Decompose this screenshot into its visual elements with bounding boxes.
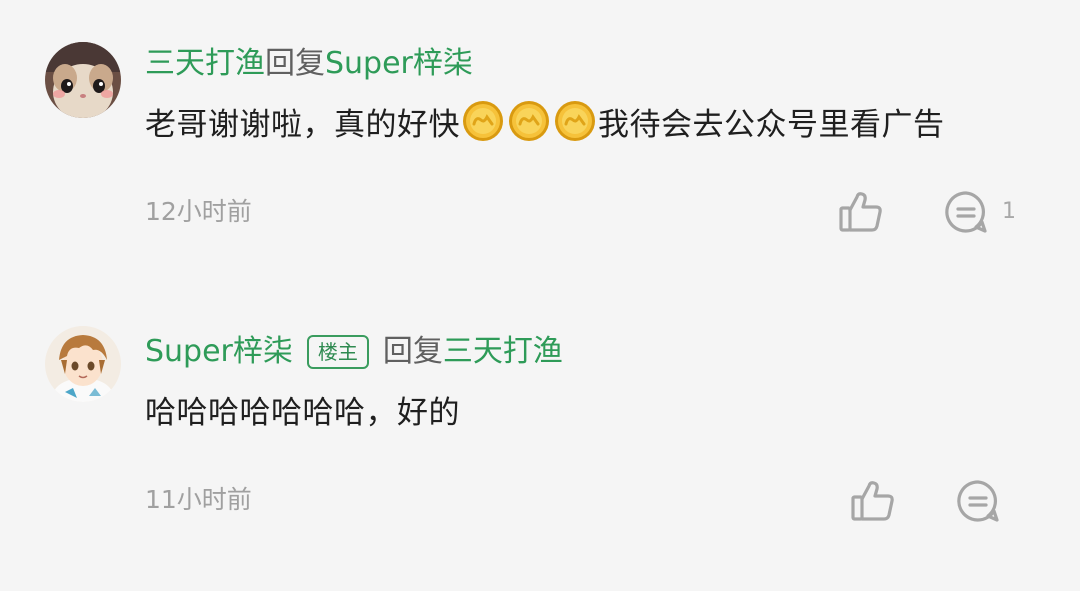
thumbs-up-icon[interactable] xyxy=(850,478,896,524)
comment-text: 哈哈哈哈哈哈哈，好的 xyxy=(145,394,460,431)
avatar[interactable] xyxy=(45,326,121,402)
comment-text: 老哥谢谢啦，真的好快 我待会去公众号里看广告 xyxy=(145,96,945,146)
comment-time: 12小时前 xyxy=(145,197,252,226)
reply-target-name[interactable]: Super梓柒 xyxy=(325,42,473,86)
comment-item: Super梓柒 楼主 回复 三天打渔 哈哈哈哈哈哈哈，好的 11小时前 xyxy=(0,290,1080,591)
comment-item: 三天打渔 回复 Super梓柒 老哥谢谢啦，真的好快 我待会去公众号里看广告 1… xyxy=(0,0,1080,290)
comment-header: Super梓柒 楼主 回复 三天打渔 xyxy=(145,330,563,374)
reply-label: 回复 xyxy=(382,334,443,369)
avatar[interactable] xyxy=(45,42,121,118)
author-name[interactable]: 三天打渔 xyxy=(145,42,265,86)
reply-label: 回复 xyxy=(265,46,325,81)
comment-text-before: 老哥谢谢啦，真的好快 xyxy=(145,106,460,143)
author-name[interactable]: Super梓柒 xyxy=(145,330,293,374)
reply-count: 1 xyxy=(1002,199,1016,224)
reply-target-name[interactable]: 三天打渔 xyxy=(443,330,563,374)
op-badge: 楼主 xyxy=(306,335,369,369)
comment-text-after: 我待会去公众号里看广告 xyxy=(598,106,945,143)
gold-coin-emoji xyxy=(554,100,596,142)
gold-coin-emoji xyxy=(462,100,504,142)
comment-header: 三天打渔 回复 Super梓柒 xyxy=(145,42,473,86)
comment-time: 11小时前 xyxy=(145,485,252,514)
comment-icon[interactable] xyxy=(955,478,1001,524)
gold-coin-emoji xyxy=(508,100,550,142)
comment-icon[interactable] xyxy=(943,189,989,235)
thumbs-up-icon[interactable] xyxy=(838,189,884,235)
